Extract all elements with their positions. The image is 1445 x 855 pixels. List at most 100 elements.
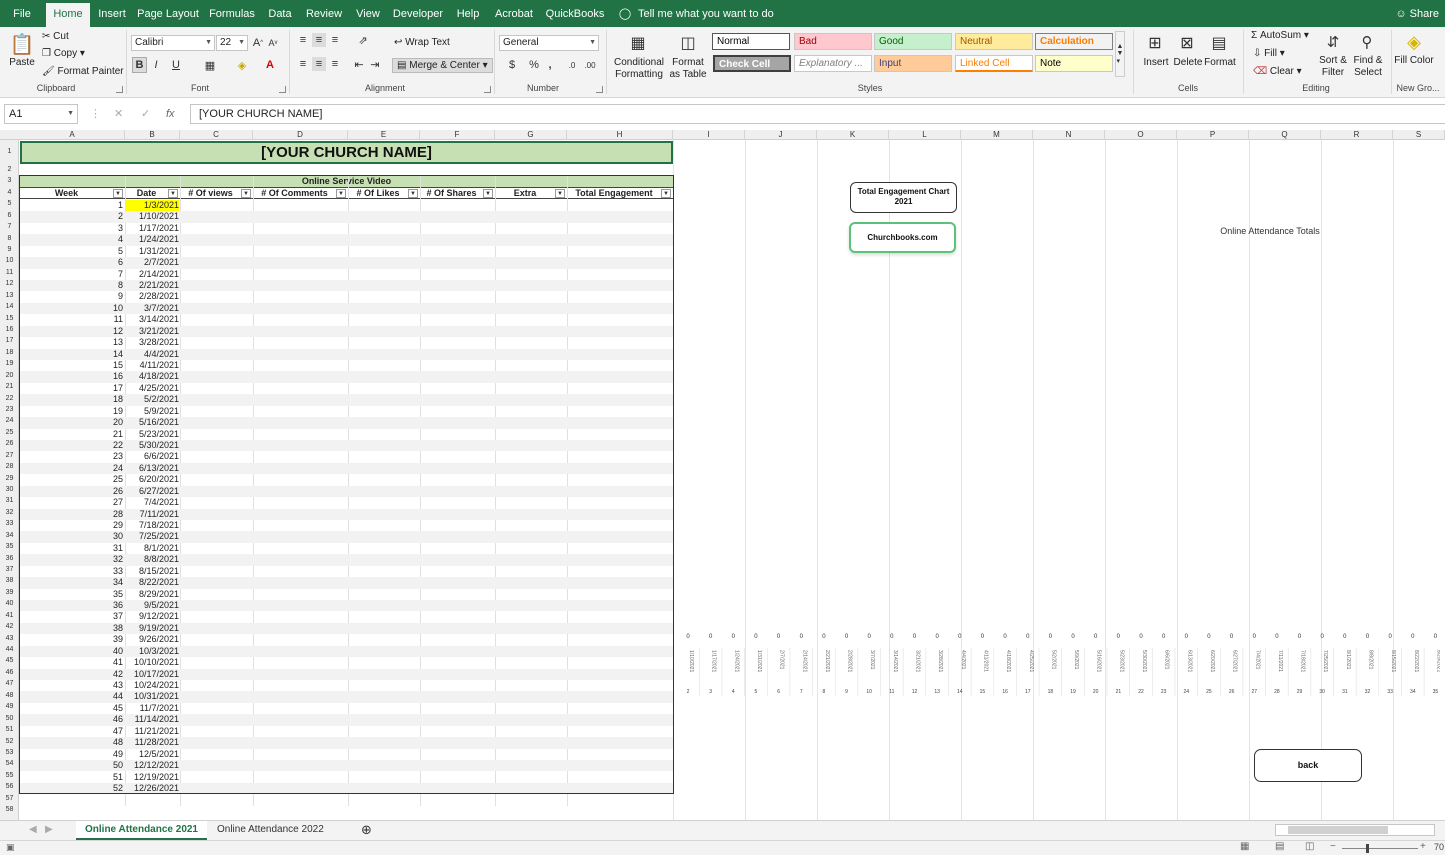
font-launcher-icon[interactable] [279, 86, 286, 93]
week-cell[interactable]: 43 [20, 680, 123, 691]
cell-style-explanatory[interactable]: Explanatory ... [794, 55, 872, 72]
row-header[interactable]: 58 [0, 804, 19, 815]
row-header[interactable]: 35 [0, 541, 19, 552]
tab-view[interactable]: View [352, 0, 384, 27]
row-header[interactable]: 51 [0, 724, 19, 735]
date-cell[interactable]: 1/10/2021 [125, 211, 179, 222]
table-row[interactable]: 37 9/12/2021 [20, 611, 673, 622]
row-header[interactable]: 12 [0, 278, 19, 289]
format-cells-button[interactable]: Format [1203, 57, 1237, 68]
week-cell[interactable]: 27 [20, 497, 123, 508]
table-row[interactable]: 3 1/17/2021 [20, 223, 673, 234]
row-header[interactable]: 17 [0, 335, 19, 346]
churchbooks-link-button[interactable]: Churchbooks.com [849, 222, 956, 253]
increase-decimal-icon[interactable]: .0 [564, 57, 580, 73]
row-header[interactable]: 9 [0, 244, 19, 255]
date-cell[interactable]: 8/1/2021 [125, 543, 179, 554]
row-header[interactable]: 52 [0, 736, 19, 747]
zoom-level[interactable]: 70 [1434, 842, 1444, 852]
enter-icon[interactable]: ✓ [141, 104, 150, 124]
paint-bucket-icon[interactable]: ◈ [1402, 29, 1426, 55]
wrap-text-button[interactable]: ↩ Wrap Text [394, 37, 450, 48]
date-cell[interactable]: 3/28/2021 [125, 337, 179, 348]
week-cell[interactable]: 8 [20, 280, 123, 291]
week-cell[interactable]: 34 [20, 577, 123, 588]
row-header[interactable]: 30 [0, 484, 19, 495]
cell-style-bad[interactable]: Bad [794, 33, 872, 50]
week-cell[interactable]: 25 [20, 474, 123, 485]
week-cell[interactable]: 11 [20, 314, 123, 325]
date-cell[interactable]: 8/15/2021 [125, 566, 179, 577]
horizontal-scrollbar[interactable] [1275, 824, 1435, 836]
table-row[interactable]: 38 9/19/2021 [20, 622, 673, 635]
align-left-icon[interactable]: ≡ [296, 57, 310, 71]
add-sheet-icon[interactable]: ⊕ [352, 821, 381, 840]
week-cell[interactable]: 38 [20, 623, 123, 634]
filter-dropdown-icon[interactable]: ▼ [241, 189, 251, 198]
orientation-icon[interactable]: ⇗ [352, 33, 374, 47]
table-row[interactable]: 2 1/10/2021 [20, 211, 673, 223]
week-cell[interactable]: 1 [20, 200, 123, 211]
date-cell[interactable]: 8/29/2021 [125, 589, 179, 600]
week-cell[interactable]: 29 [20, 520, 123, 531]
table-row[interactable]: 31 8/1/2021 [20, 543, 673, 554]
table-row[interactable]: 29 7/18/2021 [20, 520, 673, 531]
week-cell[interactable]: 36 [20, 600, 123, 611]
table-row[interactable]: 19 5/9/2021 [20, 406, 673, 417]
date-cell[interactable]: 8/22/2021 [125, 577, 179, 588]
filter-dropdown-icon[interactable]: ▼ [555, 189, 565, 198]
table-row[interactable]: 21 5/23/2021 [20, 429, 673, 440]
table-row[interactable]: 10 3/7/2021 [20, 302, 673, 315]
column-header-a[interactable]: A [20, 130, 125, 140]
table-row[interactable]: 34 8/22/2021 [20, 577, 673, 589]
number-format-select[interactable]: General ▼ [499, 35, 599, 51]
row-header[interactable]: 53 [0, 747, 19, 758]
number-launcher-icon[interactable] [596, 86, 603, 93]
row-header[interactable]: 45 [0, 655, 19, 666]
date-cell[interactable]: 4/18/2021 [125, 371, 179, 382]
table-row[interactable]: 39 9/26/2021 [20, 634, 673, 645]
filter-dropdown-icon[interactable]: ▼ [168, 189, 178, 198]
row-header[interactable]: 44 [0, 644, 19, 655]
tab-help[interactable]: Help [452, 0, 484, 27]
date-cell[interactable]: 6/20/2021 [125, 474, 179, 485]
column-header-m[interactable]: M [961, 130, 1033, 140]
date-cell[interactable]: 9/5/2021 [125, 600, 179, 611]
date-cell[interactable]: 12/26/2021 [125, 783, 179, 794]
column-header-f[interactable]: F [420, 130, 495, 140]
row-header[interactable]: 57 [0, 793, 19, 804]
week-cell[interactable]: 35 [20, 589, 123, 600]
week-cell[interactable]: 15 [20, 360, 123, 371]
date-cell[interactable]: 4/25/2021 [125, 383, 179, 394]
week-cell[interactable]: 17 [20, 383, 123, 394]
row-header[interactable]: 29 [0, 473, 19, 484]
row-header[interactable]: 21 [0, 381, 19, 392]
week-cell[interactable]: 28 [20, 509, 123, 520]
filter-dropdown-icon[interactable]: ▼ [661, 189, 671, 198]
row-header[interactable]: 42 [0, 621, 19, 632]
table-row[interactable]: 9 2/28/2021 [20, 291, 673, 302]
date-cell[interactable]: 11/21/2021 [125, 726, 179, 737]
date-cell[interactable]: 2/28/2021 [125, 291, 179, 302]
row-header[interactable]: 4 [0, 187, 19, 198]
date-cell[interactable]: 7/18/2021 [125, 520, 179, 531]
row-header[interactable]: 33 [0, 518, 19, 529]
week-cell[interactable]: 40 [20, 646, 123, 657]
row-header[interactable]: 10 [0, 255, 19, 266]
sheet-tab-2021[interactable]: Online Attendance 2021 [76, 821, 207, 840]
zoom-in-icon[interactable]: + [1420, 841, 1426, 852]
cell-style-linked-cell[interactable]: Linked Cell [955, 55, 1033, 72]
week-cell[interactable]: 14 [20, 349, 123, 360]
table-row[interactable]: 40 10/3/2021 [20, 645, 673, 658]
date-cell[interactable]: 11/7/2021 [125, 703, 179, 714]
row-header[interactable]: 55 [0, 770, 19, 781]
week-cell[interactable]: 7 [20, 269, 123, 280]
table-row[interactable]: 8 2/21/2021 [20, 280, 673, 292]
column-header-k[interactable]: K [817, 130, 889, 140]
table-row[interactable]: 44 10/31/2021 [20, 691, 673, 703]
column-header-q[interactable]: Q [1249, 130, 1321, 140]
align-middle-icon[interactable]: ≡ [312, 33, 326, 47]
align-bottom-icon[interactable]: ≡ [328, 33, 342, 47]
format-painter-button[interactable]: 🖌 Format Painter [42, 66, 124, 77]
table-row[interactable]: 36 9/5/2021 [20, 600, 673, 612]
